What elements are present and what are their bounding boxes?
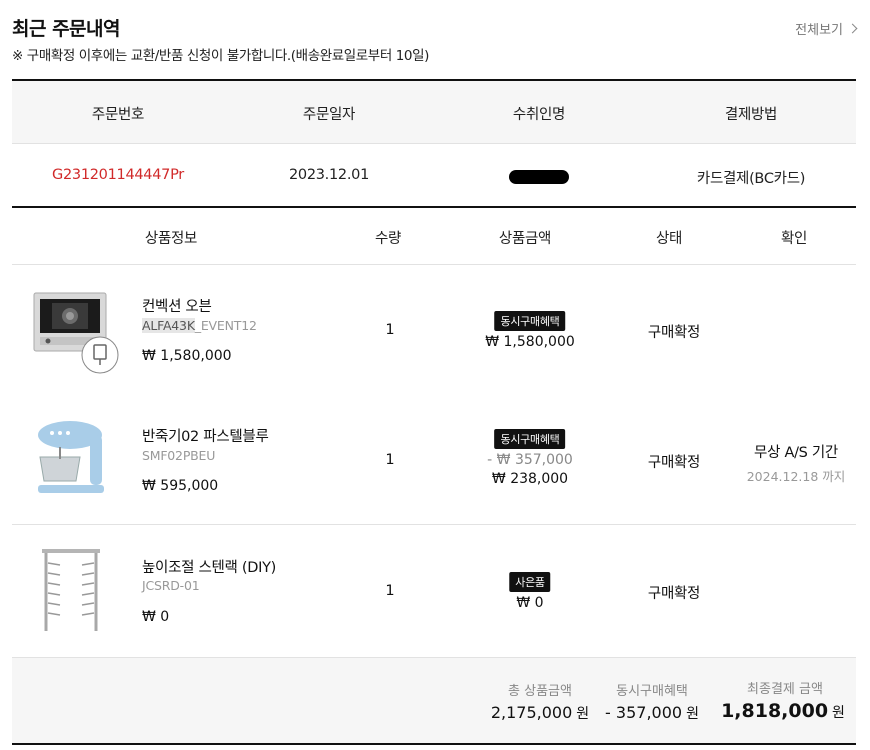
- col-payment: 결제방법: [724, 107, 778, 123]
- col-amount: 상품금액: [498, 231, 552, 247]
- amount-cell: 동시구매혜택 - ₩ 357,000 ₩ 238,000: [487, 428, 573, 487]
- amount-cell: 사은품 ₩ 0: [509, 571, 551, 611]
- amount-cell: 동시구매혜택 ₩ 1,580,000: [485, 310, 575, 350]
- as-period-title: 무상 A/S 기간: [754, 445, 838, 461]
- product-name[interactable]: 컨벡션 오븐: [142, 295, 212, 316]
- table-row: 높이조절 스텐랙 (DIY) JCSRD-01 ₩ 0 1 사은품 ₩ 0 구매…: [12, 525, 856, 656]
- divider: [12, 143, 856, 144]
- view-all-label: 전체보기: [795, 23, 843, 38]
- view-all-link[interactable]: 전체보기: [795, 19, 858, 38]
- product-price: ₩ 595,000: [142, 478, 219, 494]
- table-row: 컨벡션 오븐 ALFA43K_EVENT12 ₩ 1,580,000 1 동시구…: [12, 265, 856, 395]
- col-order-no: 주문번호: [91, 107, 145, 123]
- as-period-date: 2024.12.18 까지: [746, 469, 846, 484]
- page-title: 최근 주문내역: [12, 18, 121, 40]
- product-table-top-border: [12, 206, 856, 208]
- amount-value: ₩ 1,580,000: [485, 334, 575, 350]
- discount-amount: - 357,000: [605, 703, 683, 722]
- quantity: 1: [385, 452, 395, 468]
- amount-value: ₩ 238,000: [491, 471, 569, 487]
- table-bottom-border: [12, 743, 856, 745]
- oven-icon[interactable]: [30, 285, 120, 375]
- product-code: SMF02PBEU: [142, 448, 216, 463]
- col-quantity: 수량: [374, 231, 402, 247]
- discount-label: 동시구매혜택: [616, 684, 688, 699]
- col-status: 상태: [655, 231, 683, 247]
- stand-mixer-icon[interactable]: [30, 415, 120, 505]
- notice-text: ※ 구매확정 이후에는 교환/반품 신청이 불가합니다.(배송완료일로부터 10…: [12, 48, 429, 64]
- status-badge: 구매확정: [647, 455, 701, 471]
- product-name[interactable]: 높이조절 스텐랙 (DIY): [142, 556, 276, 577]
- table-row: 반죽기02 파스텔블루 SMF02PBEU ₩ 595,000 1 동시구매혜택…: [12, 395, 856, 525]
- recipient-redacted: [509, 170, 569, 184]
- quantity: 1: [385, 322, 395, 338]
- promo-badge: 동시구매혜택: [494, 311, 566, 331]
- col-recipient: 수취인명: [512, 107, 566, 123]
- gift-badge: 사은품: [509, 572, 551, 592]
- final-label: 최종결제 금액: [747, 682, 823, 697]
- total-unit: 원: [576, 706, 590, 722]
- total-label: 총 상품금액: [508, 684, 572, 699]
- col-order-date: 주문일자: [302, 107, 356, 123]
- amount-value: ₩ 0: [516, 595, 544, 611]
- order-date: 2023.12.01: [288, 167, 370, 183]
- order-summary: 총 상품금액 2,175,000 원 동시구매혜택 - 357,000 원 최종결제…: [12, 657, 856, 743]
- payment-method: 카드결제(BC카드): [696, 171, 806, 187]
- product-code-rest: _EVENT12: [194, 318, 257, 333]
- discount-value: - 357,000 원: [605, 703, 699, 723]
- amount-discount: - ₩ 357,000: [487, 452, 573, 468]
- discount-unit: 원: [686, 706, 699, 722]
- product-price: ₩ 1,580,000: [142, 348, 232, 364]
- order-table-header: 주문번호 주문일자 수취인명 결제방법: [12, 81, 856, 143]
- chevron-right-icon: [847, 23, 858, 34]
- final-value: 1,818,000 원: [721, 700, 845, 722]
- total-value: 2,175,000 원: [491, 703, 589, 723]
- total-amount: 2,175,000: [490, 703, 573, 722]
- promo-badge: 동시구매혜택: [494, 429, 566, 449]
- steel-rack-icon[interactable]: [30, 545, 120, 635]
- product-name[interactable]: 반죽기02 파스텔블루: [142, 425, 269, 446]
- order-number-link[interactable]: G231201144447Pr: [52, 167, 184, 183]
- status-badge: 구매확정: [647, 586, 701, 602]
- product-price: ₩ 0: [142, 609, 170, 625]
- product-code: ALFA43K_EVENT12: [142, 318, 257, 333]
- as-period: 무상 A/S 기간 2024.12.18 까지: [747, 441, 846, 485]
- col-confirm: 확인: [780, 231, 808, 247]
- product-code-highlight: ALFA43K: [142, 318, 195, 333]
- final-amount: 1,818,000: [721, 700, 829, 722]
- product-code: JCSRD-01: [142, 578, 200, 593]
- status-badge: 구매확정: [647, 325, 701, 341]
- quantity: 1: [385, 583, 395, 599]
- final-unit: 원: [832, 705, 845, 721]
- col-product-info: 상품정보: [144, 231, 198, 247]
